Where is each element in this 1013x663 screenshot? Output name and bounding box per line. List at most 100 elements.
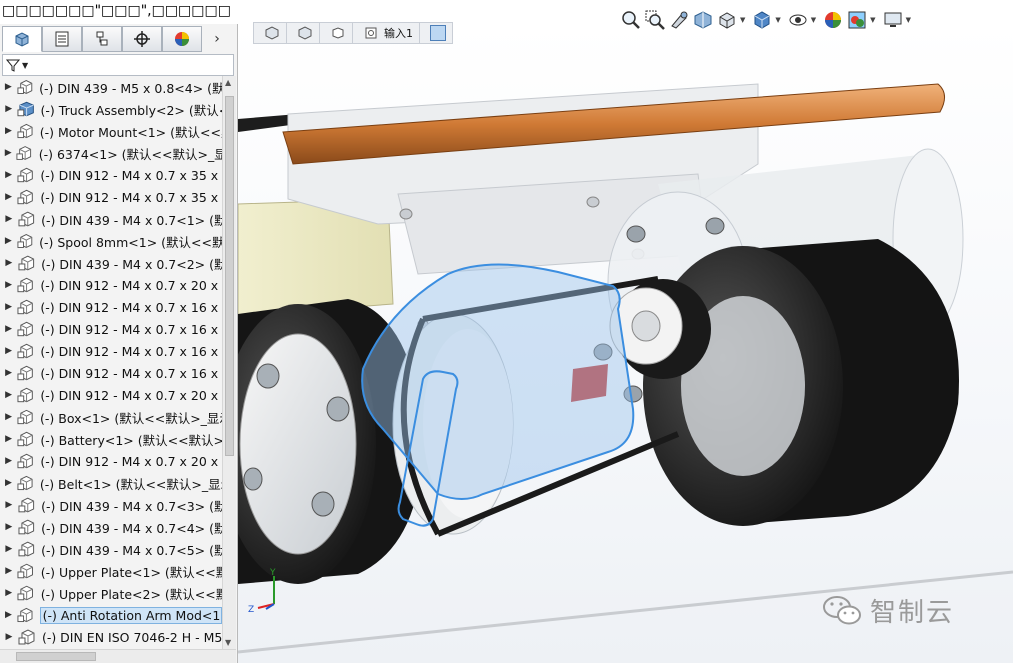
expand-arrow-icon[interactable]: ▶ bbox=[0, 500, 18, 510]
expand-arrow-icon[interactable]: ▶ bbox=[0, 192, 17, 202]
part-icon bbox=[17, 607, 33, 623]
part-icon bbox=[17, 563, 34, 579]
tab-configuration-manager[interactable] bbox=[82, 26, 122, 52]
expand-arrow-icon[interactable]: ▶ bbox=[0, 346, 17, 356]
expand-arrow-icon[interactable]: ▶ bbox=[0, 368, 17, 378]
expand-arrow-icon[interactable]: ▶ bbox=[0, 258, 18, 268]
tree-item[interactable]: ▶ (-) DIN 439 - M4 x 0.7<4> (默 bbox=[0, 516, 222, 538]
edit-appearance-icon[interactable] bbox=[822, 9, 844, 31]
view-orientation-dropdown[interactable]: ▼ bbox=[740, 16, 745, 24]
tree-item[interactable]: ▶ (-) Belt<1> (默认<<默认>_显示 bbox=[0, 472, 222, 494]
view-orientation-icon[interactable] bbox=[716, 9, 738, 31]
breadcrumb-feature[interactable]: 输入1 bbox=[352, 22, 420, 44]
tree-vertical-scrollbar[interactable]: ▲ ▼ bbox=[222, 76, 236, 649]
hide-show-dropdown[interactable]: ▼ bbox=[811, 16, 816, 24]
zoom-to-area-icon[interactable] bbox=[644, 9, 666, 31]
svg-text:Z: Z bbox=[248, 605, 254, 615]
tree-item[interactable]: ▶ (-) Box<1> (默认<<默认>_显示 bbox=[0, 406, 222, 428]
tree-item[interactable]: ▶ (-) Spool 8mm<1> (默认<<默认 bbox=[0, 230, 222, 252]
scroll-down-icon[interactable]: ▼ bbox=[225, 638, 231, 647]
tree-item[interactable]: ▶ (-) DIN 439 - M4 x 0.7<2> (默 bbox=[0, 252, 222, 274]
breadcrumb-assembly[interactable] bbox=[253, 22, 287, 44]
expand-arrow-icon[interactable]: ▶ bbox=[0, 632, 18, 642]
tree-item[interactable]: ▶ (-) DIN 912 - M4 x 0.7 x 16 x 1 bbox=[0, 362, 222, 384]
tree-horizontal-scrollbar[interactable] bbox=[0, 649, 236, 663]
tree-item[interactable]: ▶ (-) DIN EN ISO 7046-2 H - M5 bbox=[0, 626, 222, 648]
tree-item-label: (-) DIN 439 - M4 x 0.7<2> (默 bbox=[41, 256, 222, 272]
expand-arrow-icon[interactable]: ▶ bbox=[0, 148, 16, 158]
tree-item[interactable]: ▶ (-) DIN 912 - M4 x 0.7 x 20 x 1 bbox=[0, 384, 222, 406]
tree-item[interactable]: ▶ (-) DIN 912 - M4 x 0.7 x 35 x 2 bbox=[0, 164, 222, 186]
breadcrumb: 输入1 bbox=[253, 22, 453, 44]
scroll-thumb[interactable] bbox=[225, 96, 234, 456]
tree-item[interactable]: ▶ (-) DIN 912 - M4 x 0.7 x 16 x 1 bbox=[0, 318, 222, 340]
graphics-area[interactable]: Y Z bbox=[238, 24, 1013, 663]
tree-item[interactable]: ▶ (-) DIN 912 - M4 x 0.7 x 20 x 1 bbox=[0, 274, 222, 296]
tree-filter[interactable]: ▼ bbox=[2, 54, 234, 76]
tree-item-label: (-) Anti Rotation Arm Mod<1> bbox=[39, 606, 222, 624]
display-style-dropdown[interactable]: ▼ bbox=[775, 16, 780, 24]
expand-arrow-icon[interactable]: ▶ bbox=[0, 170, 17, 180]
model-view[interactable]: Y Z bbox=[238, 24, 1013, 663]
tab-feature-manager[interactable] bbox=[2, 26, 42, 52]
zoom-to-fit-icon[interactable] bbox=[620, 9, 642, 31]
tree-item[interactable]: ▶ (-) DIN 439 - M4 x 0.7<1> (默 bbox=[0, 208, 222, 230]
part-icon bbox=[17, 431, 33, 447]
tab-more-button[interactable]: › bbox=[202, 26, 232, 52]
apply-scene-icon[interactable] bbox=[846, 9, 868, 31]
feature-manager-icon bbox=[15, 32, 29, 47]
tree-item[interactable]: ▶ (-) DIN 439 - M4 x 0.7<5> (默 bbox=[0, 538, 222, 560]
expand-arrow-icon[interactable]: ▶ bbox=[0, 610, 17, 620]
previous-view-icon[interactable] bbox=[668, 9, 690, 31]
tree-item[interactable]: ▶ (-) Truck Assembly<2> (默认< bbox=[0, 98, 222, 120]
tree-item[interactable]: ▶ (-) DIN 912 - M4 x 0.7 x 16 x 1 bbox=[0, 340, 222, 362]
view-settings-icon[interactable] bbox=[882, 9, 904, 31]
section-view-icon[interactable] bbox=[692, 9, 714, 31]
tree-item[interactable]: ▶ (-) Anti Rotation Arm Mod<1> bbox=[0, 604, 222, 626]
breadcrumb-part[interactable] bbox=[319, 22, 353, 44]
expand-arrow-icon[interactable]: ▶ bbox=[0, 390, 17, 400]
tree-item[interactable]: ▶ (-) DIN 439 - M5 x 0.8<4> (默认 bbox=[0, 76, 222, 98]
expand-arrow-icon[interactable]: ▶ bbox=[0, 478, 17, 488]
expand-arrow-icon[interactable]: ▶ bbox=[0, 302, 17, 312]
tree-item[interactable]: ▶ (-) Upper Plate<1> (默认<<默 bbox=[0, 560, 222, 582]
expand-arrow-icon[interactable]: ▶ bbox=[0, 544, 18, 554]
expand-arrow-icon[interactable]: ▶ bbox=[0, 82, 17, 92]
tree-item[interactable]: ▶ (-) DIN 912 - M4 x 0.7 x 16 x 1 bbox=[0, 296, 222, 318]
tree-item[interactable]: ▶ (-) 6374<1> (默认<<默认>_显示 bbox=[0, 142, 222, 164]
display-style-icon[interactable] bbox=[751, 9, 773, 31]
expand-arrow-icon[interactable]: ▶ bbox=[0, 280, 17, 290]
expand-arrow-icon[interactable]: ▶ bbox=[0, 522, 18, 532]
tree-item-label: (-) DIN 439 - M4 x 0.7<5> (默 bbox=[41, 542, 222, 558]
tab-property-manager[interactable] bbox=[42, 26, 82, 52]
expand-arrow-icon[interactable]: ▶ bbox=[0, 126, 17, 136]
hscroll-thumb[interactable] bbox=[16, 652, 96, 661]
breadcrumb-sketch[interactable] bbox=[419, 22, 453, 44]
watermark: 智制云 bbox=[822, 592, 954, 629]
expand-arrow-icon[interactable]: ▶ bbox=[0, 236, 17, 246]
part-icon bbox=[17, 387, 34, 403]
expand-arrow-icon[interactable]: ▶ bbox=[0, 588, 17, 598]
apply-scene-dropdown[interactable]: ▼ bbox=[870, 16, 875, 24]
expand-arrow-icon[interactable]: ▶ bbox=[0, 456, 17, 466]
expand-arrow-icon[interactable]: ▶ bbox=[0, 412, 17, 422]
expand-arrow-icon[interactable]: ▶ bbox=[0, 214, 18, 224]
expand-arrow-icon[interactable]: ▶ bbox=[0, 324, 17, 334]
expand-arrow-icon[interactable]: ▶ bbox=[0, 434, 17, 444]
tree-item[interactable]: ▶ (-) DIN 912 - M4 x 0.7 x 35 x 2 bbox=[0, 186, 222, 208]
tree-item[interactable]: ▶ (-) Motor Mount<1> (默认<<默 bbox=[0, 120, 222, 142]
view-settings-dropdown[interactable]: ▼ bbox=[906, 16, 911, 24]
tree-item-label: (-) 6374<1> (默认<<默认>_显示 bbox=[38, 146, 222, 162]
filter-dropdown-arrow[interactable]: ▼ bbox=[22, 61, 28, 70]
breadcrumb-subassembly[interactable] bbox=[286, 22, 320, 44]
tree-item[interactable]: ▶ (-) DIN 439 - M4 x 0.7<3> (默 bbox=[0, 494, 222, 516]
expand-arrow-icon[interactable]: ▶ bbox=[0, 104, 17, 114]
tab-display-manager[interactable] bbox=[162, 26, 202, 52]
expand-arrow-icon[interactable]: ▶ bbox=[0, 566, 17, 576]
tab-dimxpert-manager[interactable] bbox=[122, 26, 162, 52]
tree-item[interactable]: ▶ (-) DIN 912 - M4 x 0.7 x 20 x 1 bbox=[0, 450, 222, 472]
tree-item[interactable]: ▶ (-) Upper Plate<2> (默认<<默 bbox=[0, 582, 222, 604]
hide-show-items-icon[interactable] bbox=[787, 9, 809, 31]
tree-item[interactable]: ▶ (-) Battery<1> (默认<<默认>_ bbox=[0, 428, 222, 450]
scroll-up-icon[interactable]: ▲ bbox=[225, 78, 231, 87]
